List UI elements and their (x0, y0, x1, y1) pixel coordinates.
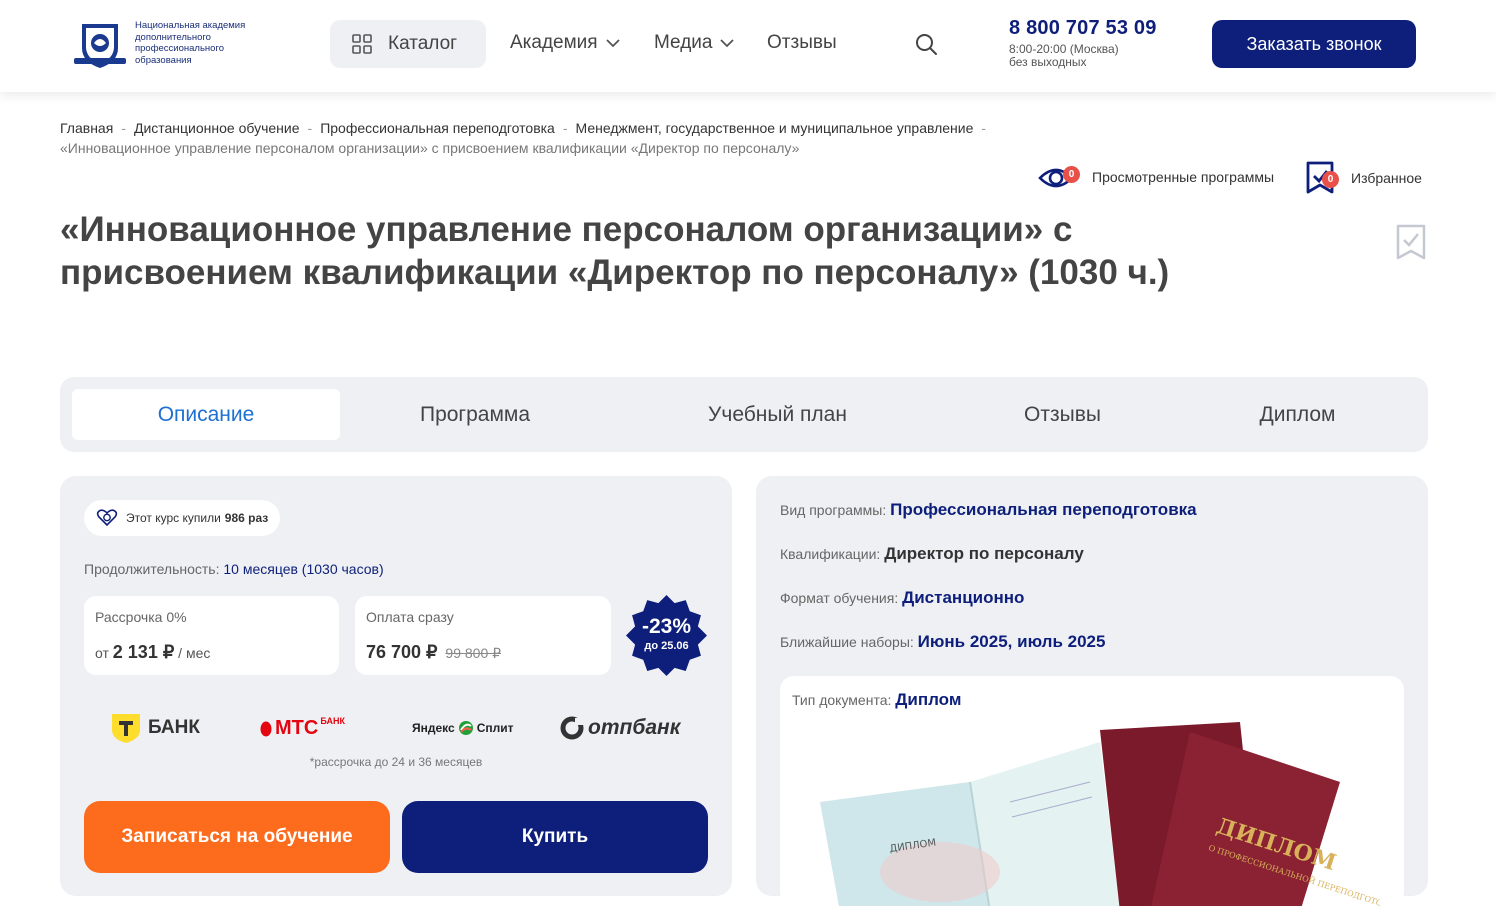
chevron-down-icon (605, 38, 620, 47)
tab-program[interactable]: Программа (360, 389, 590, 440)
mts-bank-label: БАНК (320, 716, 345, 726)
nav-media[interactable]: Медиа (654, 32, 735, 54)
qualification-label: Квалификации: (780, 546, 881, 562)
discount-percent: -23% (641, 615, 692, 638)
program-info-card: Вид программы: Профессиональная переподг… (756, 476, 1428, 906)
purchase-card: Этот курс купили 986 раз Продолжительнос… (60, 476, 732, 896)
installment-prefix: от (95, 645, 109, 661)
intake-label: Ближайшие наборы: (780, 634, 914, 650)
tbank-label: БАНК (148, 717, 200, 738)
search-icon[interactable] (914, 32, 938, 56)
installment-price: от 2 131 ₽ / мес (95, 642, 210, 663)
mts-bank-logo: МТС БАНК (260, 708, 345, 748)
intake-row: Ближайшие наборы: Июнь 2025, июль 2025 (780, 632, 1105, 652)
yandex-split-logo: Яндекс Сплит (412, 708, 513, 748)
tab-reviews[interactable]: Отзывы (960, 389, 1165, 440)
add-to-favorites-icon[interactable] (1396, 224, 1426, 262)
tab-diploma[interactable]: Диплом (1210, 389, 1385, 440)
pay-now-amount: 76 700 ₽ (366, 642, 438, 662)
favorites-label: Избранное (1351, 170, 1422, 186)
qualification-row: Квалификации: Директор по персоналу (780, 544, 1084, 564)
site-header: Национальная академия дополнительного пр… (0, 0, 1496, 92)
split-label: Сплит (476, 721, 514, 735)
nav-academy[interactable]: Академия (510, 32, 620, 54)
nav-reviews[interactable]: Отзывы (767, 32, 837, 54)
favorites-link[interactable]: 0 Избранное (1305, 160, 1422, 196)
document-type-label: Тип документа: (792, 692, 892, 708)
tbank-shield-icon (112, 714, 140, 743)
heart-icon (96, 509, 118, 527)
bought-prefix: Этот курс купили (126, 511, 221, 525)
academy-logo[interactable]: Национальная академия дополнительного пр… (72, 18, 262, 72)
mts-label: МТС (275, 716, 319, 739)
breadcrumb: Главная - Дистанционное обучение - Профессио… (60, 120, 987, 156)
diploma-image: ДИПЛОМ ДИПЛОМ О ПРОФЕССИОНАЛЬНОЙ ПЕРЕПОД… (820, 722, 1380, 906)
grid-icon (352, 34, 372, 54)
qualification-value: Директор по персоналу (884, 544, 1084, 563)
duration-label: Продолжительность: (84, 561, 220, 577)
yandex-label: Яндекс (412, 721, 455, 735)
otp-bank-logo: отпбанк (560, 708, 680, 748)
chevron-down-icon (720, 38, 735, 47)
hours-line-2: без выходных (1009, 55, 1087, 69)
tab-description[interactable]: Описание (72, 389, 340, 440)
document-type-value[interactable]: Диплом (895, 690, 961, 709)
duration: Продолжительность: 10 месяцев (1030 часо… (84, 561, 384, 577)
mts-egg-icon (260, 721, 272, 737)
pay-now-option[interactable]: Оплата сразу 76 700 ₽ 99 800 ₽ (355, 596, 611, 675)
buy-button[interactable]: Купить (402, 801, 708, 873)
tab-study-plan[interactable]: Учебный план (660, 389, 895, 440)
nav-media-label: Медиа (654, 32, 713, 53)
format-label: Формат обучения: (780, 590, 899, 606)
duration-value: 10 месяцев (1030 часов) (223, 561, 384, 577)
program-type-label: Вид программы: (780, 502, 887, 518)
viewed-programs-link[interactable]: 0 Просмотренные программы (1038, 162, 1274, 192)
breadcrumb-link[interactable]: Дистанционное обучение (134, 120, 300, 136)
bought-count: 986 раз (224, 511, 269, 525)
course-tabs: Описание Программа Учебный план Отзывы Д… (60, 377, 1428, 452)
favorites-count-badge: 0 (1322, 171, 1339, 188)
discount-badge: -23% до 25.06 (626, 615, 707, 653)
bought-count-badge: Этот курс купили 986 раз (84, 500, 281, 536)
nav-reviews-label: Отзывы (767, 32, 837, 53)
breadcrumb-link[interactable]: Главная (60, 120, 113, 136)
catalog-label: Каталог (388, 33, 458, 54)
tbank-logo: БАНК (110, 708, 200, 748)
academy-emblem-icon (74, 24, 126, 68)
discount-until: до 25.06 (644, 640, 689, 652)
installment-amount: 2 131 ₽ (112, 642, 175, 662)
installment-note: *рассрочка до 24 и 36 месяцев (309, 755, 483, 769)
document-type: Тип документа: Диплом (792, 690, 961, 710)
breadcrumb-link[interactable]: Профессиональная переподготовка (320, 120, 555, 136)
nav-academy-label: Академия (510, 32, 598, 53)
installment-suffix: / мес (178, 645, 211, 661)
phone-number[interactable]: 8 800 707 53 09 (1009, 17, 1157, 40)
page-title: «Инновационное управление персоналом орг… (60, 210, 1170, 292)
catalog-button[interactable]: Каталог (330, 20, 486, 68)
format-value: Дистанционно (902, 588, 1025, 607)
split-icon (458, 721, 473, 735)
viewed-programs-label: Просмотренные программы (1092, 169, 1275, 185)
program-type-value[interactable]: Профессиональная переподготовка (890, 500, 1196, 519)
pay-now-old-price: 99 800 ₽ (445, 645, 502, 661)
pay-now-price: 76 700 ₽ 99 800 ₽ (366, 642, 501, 663)
bank-logos: БАНК МТС БАНК Яндекс Сплит отпбанк (84, 708, 708, 748)
program-type-row: Вид программы: Профессиональная переподг… (780, 500, 1197, 520)
viewed-count-badge: 0 (1063, 166, 1080, 183)
intake-value: Июнь 2025, июль 2025 (917, 632, 1106, 651)
format-row: Формат обучения: Дистанционно (780, 588, 1024, 608)
otp-ring-icon (560, 716, 584, 740)
breadcrumb-current: «Инновационное управление персоналом орг… (60, 140, 800, 156)
installment-option[interactable]: Рассрочка 0% от 2 131 ₽ / мес (84, 596, 339, 675)
pay-now-label: Оплата сразу (366, 609, 454, 625)
logo-text: Национальная академия дополнительного пр… (135, 20, 246, 66)
working-hours: 8:00-20:00 (Москва) без выходных (1009, 43, 1119, 69)
otp-label: отпбанк (588, 716, 681, 739)
document-preview: Тип документа: Диплом ДИПЛОМ ДИПЛОМ О ПР… (780, 676, 1404, 906)
request-call-button[interactable]: Заказать звонок (1212, 20, 1416, 68)
installment-label: Рассрочка 0% (95, 609, 187, 625)
enroll-button[interactable]: Записаться на обучение (84, 801, 390, 873)
breadcrumb-link[interactable]: Менеджмент, государственное и муниципаль… (576, 120, 974, 136)
